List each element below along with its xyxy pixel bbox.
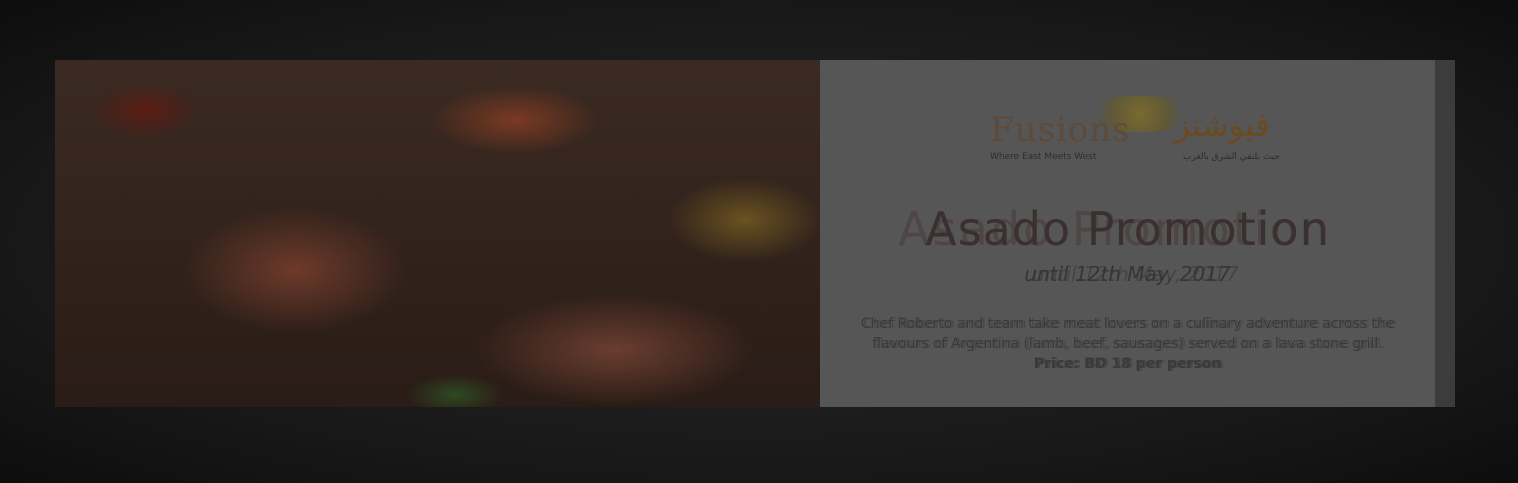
description-text: Chef Roberto and team take meat lovers o… [860, 316, 1395, 352]
promotion-date: until 12th May, 2017 [1024, 262, 1231, 286]
grilled-steaks-photo [55, 60, 820, 407]
panel-edge [1435, 60, 1455, 407]
tagline-ar: حيث يلتقي الشرق بالغرب [1183, 152, 1280, 162]
price-text: Price: BD 18 per person [1033, 356, 1222, 372]
promotion-slide[interactable]: Fusions فيوشنز Where East Meets West حيث… [55, 60, 1455, 407]
logo-tagline: Where East Meets West حيث يلتقي الشرق با… [990, 152, 1280, 162]
promotion-panel: Fusions فيوشنز Where East Meets West حيث… [820, 60, 1435, 407]
logo-name-ar: فيوشنز [1174, 106, 1270, 144]
promotion-title: Asado Promotion [925, 202, 1330, 256]
tagline-en: Where East Meets West [990, 152, 1097, 162]
fusions-logo: Fusions فيوشنز Where East Meets West حيث… [990, 96, 1290, 170]
logo-name-en: Fusions [990, 110, 1131, 150]
promotion-description: Chef Roberto and team take meat lovers o… [850, 314, 1405, 374]
